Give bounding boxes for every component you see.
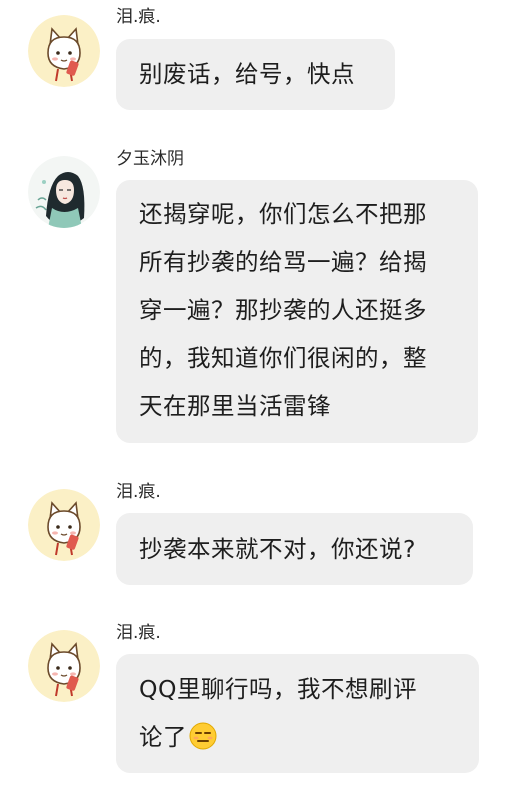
message-text-fragment: 论了 — [139, 723, 187, 751]
message-text-line: 天在那里当活雷锋 — [139, 392, 331, 420]
message-bubble[interactable]: 别废话，给号，快点 — [116, 39, 395, 110]
sender-name: 泪.痕. — [116, 482, 161, 502]
avatar[interactable] — [28, 630, 100, 702]
sender-name: 夕玉沐阴 — [116, 149, 184, 169]
message-text-line: 的，我知道你们很闲的，整 — [139, 344, 427, 372]
sender-name: 泪.痕. — [116, 7, 161, 27]
avatar[interactable] — [28, 156, 100, 228]
avatar[interactable] — [28, 489, 100, 561]
message-text-line: QQ里聊行吗，我不想刷评 — [139, 675, 417, 703]
message-text-line: 还揭穿呢，你们怎么不把那 — [139, 200, 427, 228]
message-text-line: 论了 — [139, 713, 457, 761]
avatar[interactable] — [28, 15, 100, 87]
message-text-line: 穿一遍？那抄袭的人还挺多 — [139, 296, 427, 324]
message-bubble[interactable]: QQ里聊行吗，我不想刷评 论了 — [116, 654, 479, 773]
cartoon-fox-avatar-icon — [28, 15, 100, 87]
message-bubble[interactable]: 还揭穿呢，你们怎么不把那 所有抄袭的给骂一遍？给揭 穿一遍？那抄袭的人还挺多 的… — [116, 180, 478, 443]
ink-girl-avatar-icon — [28, 156, 100, 228]
message-text-line: 所有抄袭的给骂一遍？给揭 — [139, 248, 427, 276]
message-text: 别废话，给号，快点 — [139, 60, 355, 88]
sender-name: 泪.痕. — [116, 623, 161, 643]
cartoon-fox-avatar-icon — [28, 630, 100, 702]
message-text: 抄袭本来就不对，你还说? — [139, 535, 416, 563]
cartoon-fox-avatar-icon — [28, 489, 100, 561]
unamused-face-emoji-icon — [189, 718, 217, 750]
message-bubble[interactable]: 抄袭本来就不对，你还说? — [116, 513, 473, 585]
